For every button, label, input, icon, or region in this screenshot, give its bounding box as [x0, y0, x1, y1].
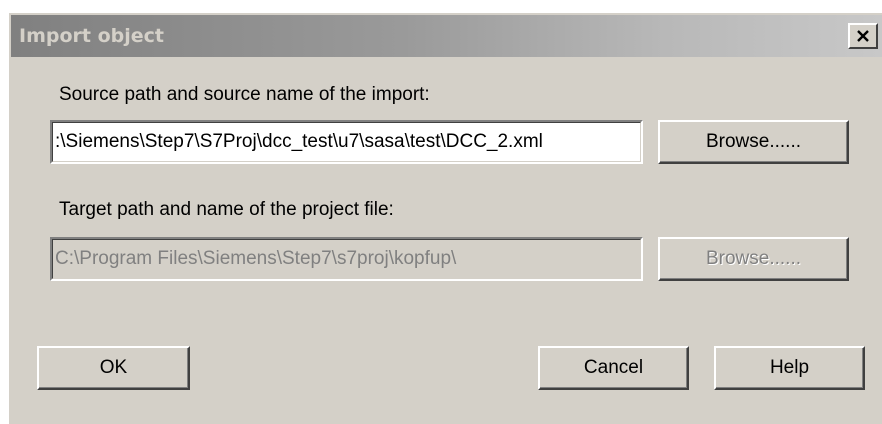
source-label: Source path and source name of the impor… — [59, 84, 430, 105]
source-path-value: :\Siemens\Step7\S7Proj\dcc_test\u7\sasa\… — [52, 122, 641, 162]
ok-label: OK — [99, 357, 128, 378]
help-label: Help — [769, 357, 810, 378]
target-browse-button[interactable]: Browse...... — [658, 237, 849, 281]
cancel-button[interactable]: Cancel — [538, 346, 689, 390]
title-bar[interactable]: Import object — [11, 15, 882, 57]
cancel-label: Cancel — [583, 357, 644, 378]
source-browse-button[interactable]: Browse...... — [658, 120, 849, 164]
target-path-value: C:\Program Files\Siemens\Step7\s7proj\ko… — [52, 239, 641, 279]
source-path-input[interactable]: :\Siemens\Step7\S7Proj\dcc_test\u7\sasa\… — [50, 120, 643, 164]
target-path-input[interactable]: C:\Program Files\Siemens\Step7\s7proj\ko… — [50, 237, 643, 281]
import-object-dialog: Import object Source path and source nam… — [8, 12, 882, 424]
ok-button[interactable]: OK — [37, 346, 190, 390]
dialog-title: Import object — [19, 25, 164, 47]
close-icon — [857, 30, 869, 42]
help-button[interactable]: Help — [714, 346, 865, 390]
source-browse-label: Browse...... — [705, 131, 802, 152]
target-label: Target path and name of the project file… — [59, 199, 394, 220]
target-browse-label: Browse...... — [705, 248, 802, 269]
close-button[interactable] — [848, 23, 878, 49]
